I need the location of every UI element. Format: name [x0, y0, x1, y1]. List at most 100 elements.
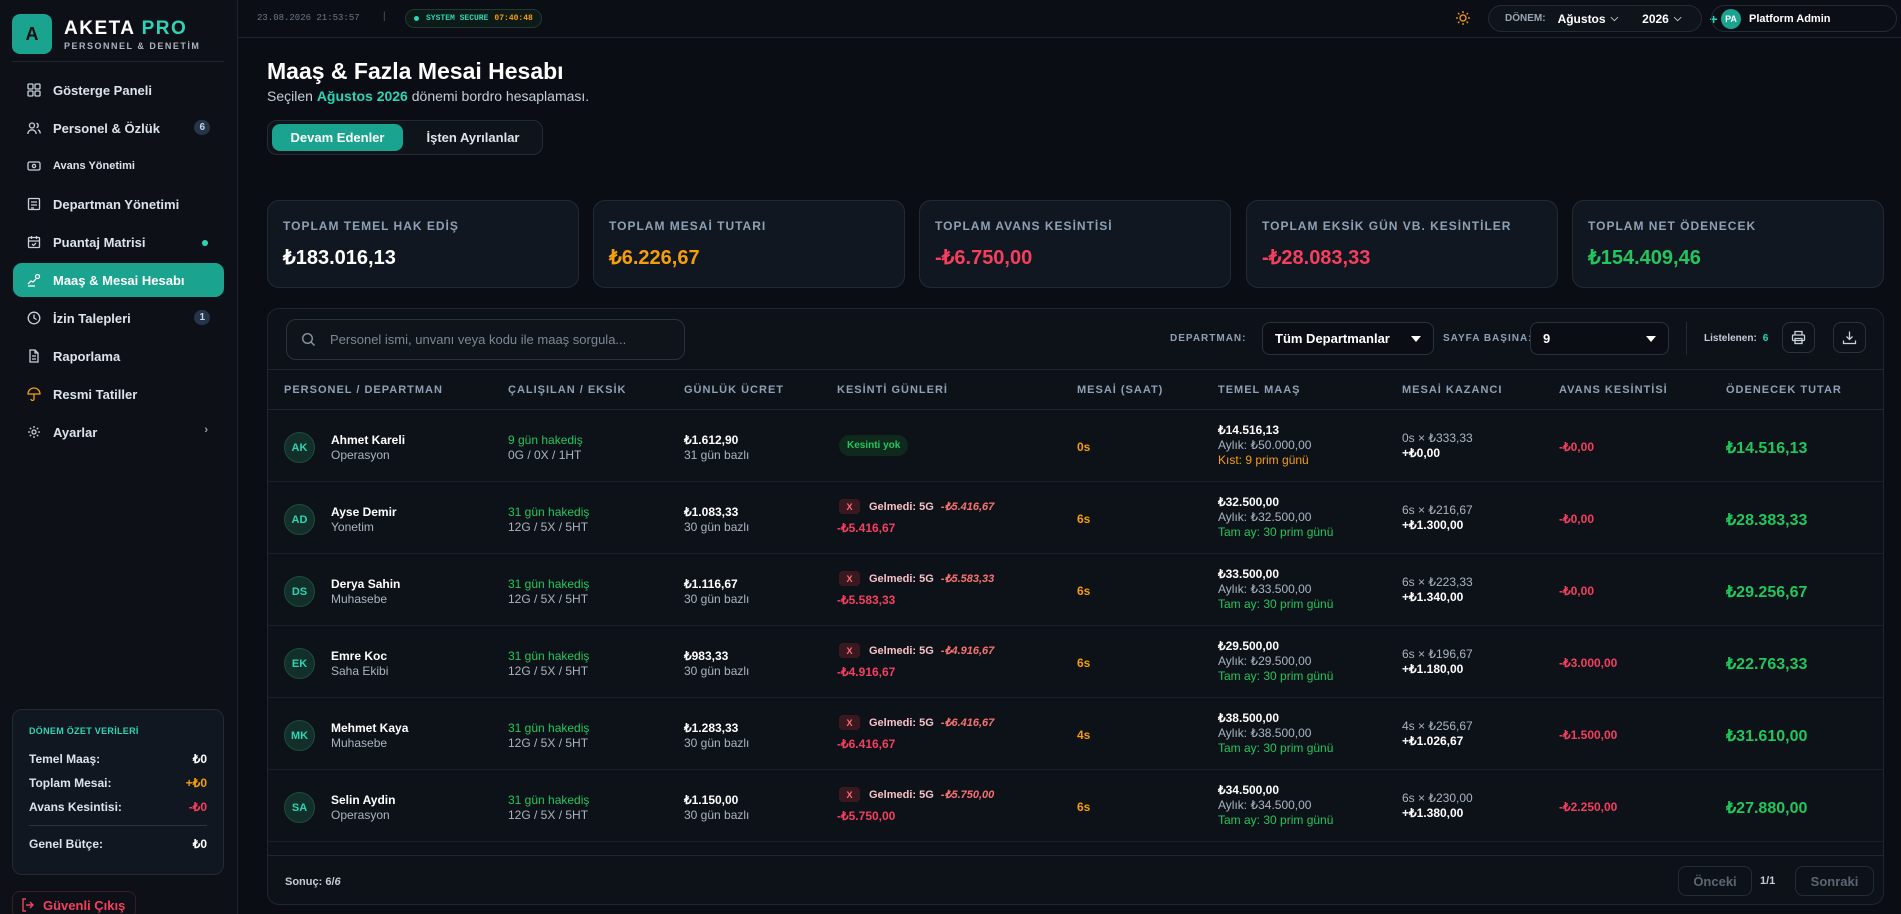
system-secure-badge: SYSTEM SECURE 07:40:48: [405, 9, 542, 28]
print-button[interactable]: [1782, 322, 1815, 353]
column-header-personnel[interactable]: PERSONEL / DEPARTMAN: [284, 384, 443, 396]
month-select[interactable]: Ağustos: [1558, 12, 1606, 26]
avatar: PA: [1721, 8, 1741, 29]
listed-count: Listelenen: 6: [1704, 333, 1768, 344]
summary-value: ₺0: [192, 837, 207, 851]
sidebar-item-reports[interactable]: Raporlama: [13, 339, 224, 373]
overtime-calc: 4s × ₺256,67: [1402, 719, 1473, 733]
avatar: MK: [284, 720, 315, 751]
result-shown: 6: [325, 876, 332, 888]
column-header-daily-wage[interactable]: GÜNLÜK ÜCRET: [684, 384, 784, 396]
column-header-overtime-earnings[interactable]: MESAİ KAZANCI: [1402, 384, 1502, 396]
summary-row-total: Genel Bütçe: ₺0: [29, 832, 207, 856]
table-row[interactable]: DS Derya Sahin Muhasebe 31 gün hakediş 1…: [268, 554, 1883, 626]
sun-icon[interactable]: [1455, 10, 1471, 26]
table-row[interactable]: AD Ayse Demir Yonetim 31 gün hakediş 12G…: [268, 482, 1883, 554]
sidebar-item-label: Gösterge Paneli: [53, 82, 152, 98]
daily-wage: ₺983,33: [684, 649, 729, 663]
net-payable: ₺27.880,00: [1726, 800, 1808, 817]
column-header-overtime-hours[interactable]: MESAİ (SAAT): [1077, 384, 1163, 396]
sidebar-item-departments[interactable]: Departman Yönetimi: [13, 187, 224, 221]
year-select[interactable]: 2026: [1642, 12, 1669, 26]
summary-label: Avans Kesintisi:: [29, 800, 122, 814]
brand[interactable]: A AKETA PRO PERSONNEL & DENETİM: [12, 14, 200, 54]
card-value: ₺183.016,13: [283, 247, 396, 269]
worked-days: 31 gün hakediş: [508, 505, 590, 519]
worked-days: 31 gün hakediş: [508, 577, 590, 591]
base-salary: ₺14.516,13: [1218, 423, 1280, 437]
base-salary: ₺33.500,00: [1218, 567, 1280, 581]
deduction-total: -₺6.416,67: [837, 737, 896, 751]
column-header-base-salary[interactable]: TEMEL MAAŞ: [1218, 384, 1301, 396]
table-row[interactable]: EK Emre Koc Saha Ekibi 31 gün hakediş 12…: [268, 626, 1883, 698]
column-header-net-payable[interactable]: ÖDENECEK TUTAR: [1726, 384, 1842, 396]
summary-label: Genel Bütçe:: [29, 837, 104, 851]
no-deduction-badge: Kesinti yok: [839, 435, 909, 456]
employee-department: Saha Ekibi: [331, 664, 389, 678]
tab-former-employees[interactable]: İşten Ayrılanlar: [408, 124, 538, 151]
column-header-worked[interactable]: ÇALIŞILAN / EKSİK: [508, 384, 626, 396]
advance-deduction: -₺0,00: [1559, 584, 1594, 598]
table-row[interactable]: AK Ahmet Kareli Operasyon 9 gün hakediş …: [268, 410, 1883, 482]
payroll-panel: DEPARTMAN: Tüm Departmanlar SAYFA BAŞINA…: [267, 308, 1884, 905]
sidebar-item-label: Personel & Özlük: [53, 120, 160, 136]
chevron-down-icon: ⌵: [1610, 13, 1619, 24]
absence-detail: Gelmedi: 5G -₺4.916,67: [869, 644, 994, 657]
employment-status-tabs: Devam Edenler İşten Ayrılanlar: [267, 120, 543, 155]
column-header-advance[interactable]: AVANS KESİNTİSİ: [1559, 384, 1668, 396]
main-content: Maaş & Fazla Mesai Hesabı Seçilen Ağusto…: [238, 38, 1901, 914]
column-header-deduction-days[interactable]: KESİNTİ GÜNLERİ: [837, 384, 948, 396]
worked-detail: 12G / 5X / 5HT: [508, 520, 589, 534]
logout-button[interactable]: Güvenli Çıkış: [12, 891, 136, 914]
calendar-icon: [27, 235, 41, 249]
department-select[interactable]: Tüm Departmanlar: [1262, 322, 1434, 355]
daily-basis: 30 gün bazlı: [684, 664, 750, 678]
premium-days: Kıst: 9 prim günü: [1218, 453, 1309, 467]
department-select-value: Tüm Departmanlar: [1275, 331, 1390, 346]
sidebar-item-leave[interactable]: İzin Talepleri 1: [13, 301, 224, 335]
card-total-advance: TOPLAM AVANS KESİNTİSİ -₺6.750,00: [919, 200, 1231, 288]
page-size-select[interactable]: 9: [1530, 322, 1669, 355]
sidebar-item-dashboard[interactable]: Gösterge Paneli: [13, 73, 224, 107]
premium-days: Tam ay: 30 prim günü: [1218, 669, 1334, 683]
leave-count-badge: 1: [194, 310, 210, 325]
advance-deduction: -₺3.000,00: [1559, 656, 1618, 670]
absence-label: Gelmedi: 5G: [869, 717, 934, 729]
absence-label: Gelmedi: 5G: [869, 573, 934, 585]
employee-name: Mehmet Kaya: [331, 721, 409, 735]
prev-page-button[interactable]: Önceki: [1678, 866, 1752, 896]
table-row[interactable]: SA Selin Aydin Operasyon 31 gün hakediş …: [268, 770, 1883, 842]
daily-basis: 30 gün bazlı: [684, 808, 750, 822]
sidebar-item-payroll[interactable]: Maaş & Mesai Hesabı: [13, 263, 224, 297]
worked-days: 31 gün hakediş: [508, 649, 590, 663]
sidebar-item-settings[interactable]: Ayarlar ›: [13, 415, 224, 449]
avatar: DS: [284, 576, 315, 607]
sidebar-item-advance[interactable]: Avans Yönetimi: [13, 149, 224, 183]
avatar: AK: [284, 432, 315, 463]
card-total-base: TOPLAM TEMEL HAK EDİŞ ₺183.016,13: [267, 200, 579, 288]
absence-label: Gelmedi: 5G: [869, 645, 934, 657]
brand-divider: [12, 61, 224, 62]
advance-deduction: -₺1.500,00: [1559, 728, 1618, 742]
sidebar-item-holidays[interactable]: Resmi Tatiller: [13, 377, 224, 411]
brand-name-main: AKETA: [64, 17, 135, 39]
result-total: 6: [334, 876, 341, 888]
summary-row-advance: Avans Kesintisi: -₺0: [29, 795, 207, 819]
sidebar-item-label: İzin Talepleri: [53, 310, 131, 326]
user-menu[interactable]: PA Platform Admin: [1711, 5, 1897, 32]
sidebar-item-personnel[interactable]: Personel & Özlük 6: [13, 111, 224, 145]
card-value: -₺6.750,00: [935, 247, 1033, 269]
sidebar-item-timesheet[interactable]: Puantaj Matrisi: [13, 225, 224, 259]
download-button[interactable]: [1833, 322, 1866, 353]
tab-active-employees[interactable]: Devam Edenler: [272, 124, 403, 151]
search-box: [286, 319, 685, 360]
toolbar-divider: [1686, 322, 1687, 355]
table-row[interactable]: MK Mehmet Kaya Muhasebe 31 gün hakediş 1…: [268, 698, 1883, 770]
absence-detail: Gelmedi: 5G -₺5.750,00: [869, 788, 994, 801]
premium-days: Tam ay: 30 prim günü: [1218, 741, 1334, 755]
worked-detail: 12G / 5X / 5HT: [508, 736, 589, 750]
next-page-button[interactable]: Sonraki: [1795, 866, 1874, 896]
summary-value: ₺0: [192, 752, 207, 766]
sidebar-nav: Gösterge Paneli Personel & Özlük 6 Avans…: [13, 73, 224, 453]
search-input[interactable]: [330, 332, 670, 347]
